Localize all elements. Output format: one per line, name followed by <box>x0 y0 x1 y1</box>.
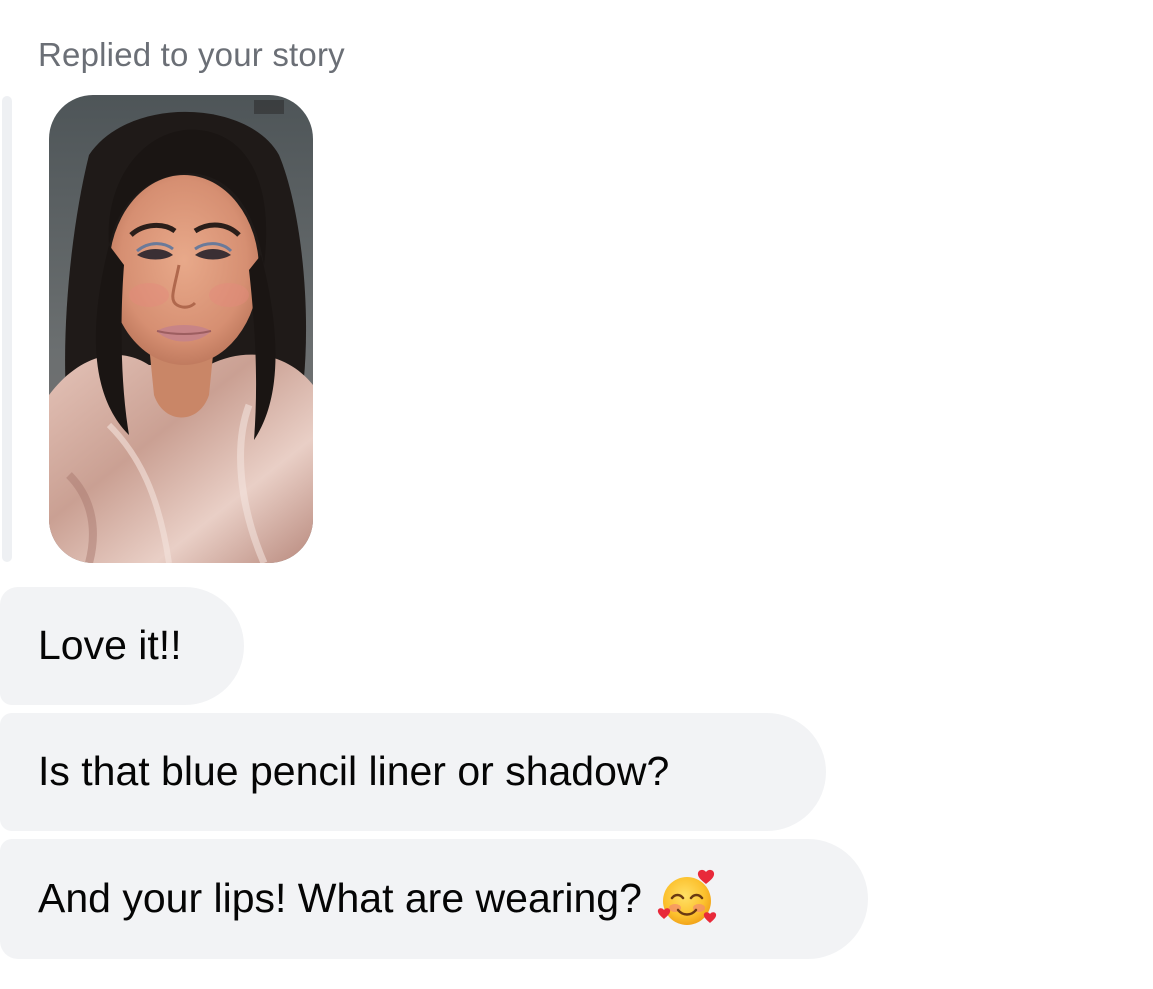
message-text: And your lips! What are wearing? <box>38 875 642 922</box>
story-thumbnail[interactable] <box>49 95 313 563</box>
message-text: Love it!! <box>38 622 182 669</box>
message-text: Is that blue pencil liner or shadow? <box>38 748 670 795</box>
message-thread: Replied to your story Love it!! Is that … <box>0 0 1153 989</box>
smiling-face-with-hearts-icon <box>656 868 718 930</box>
replied-to-story-label: Replied to your story <box>38 36 345 73</box>
message-bubble[interactable]: And your lips! What are wearing? <box>0 839 868 959</box>
story-photo-icon <box>49 95 313 563</box>
message-bubble[interactable]: Is that blue pencil liner or shadow? <box>0 713 826 831</box>
story-quote-bar <box>2 96 12 562</box>
message-bubble[interactable]: Love it!! <box>0 587 244 705</box>
